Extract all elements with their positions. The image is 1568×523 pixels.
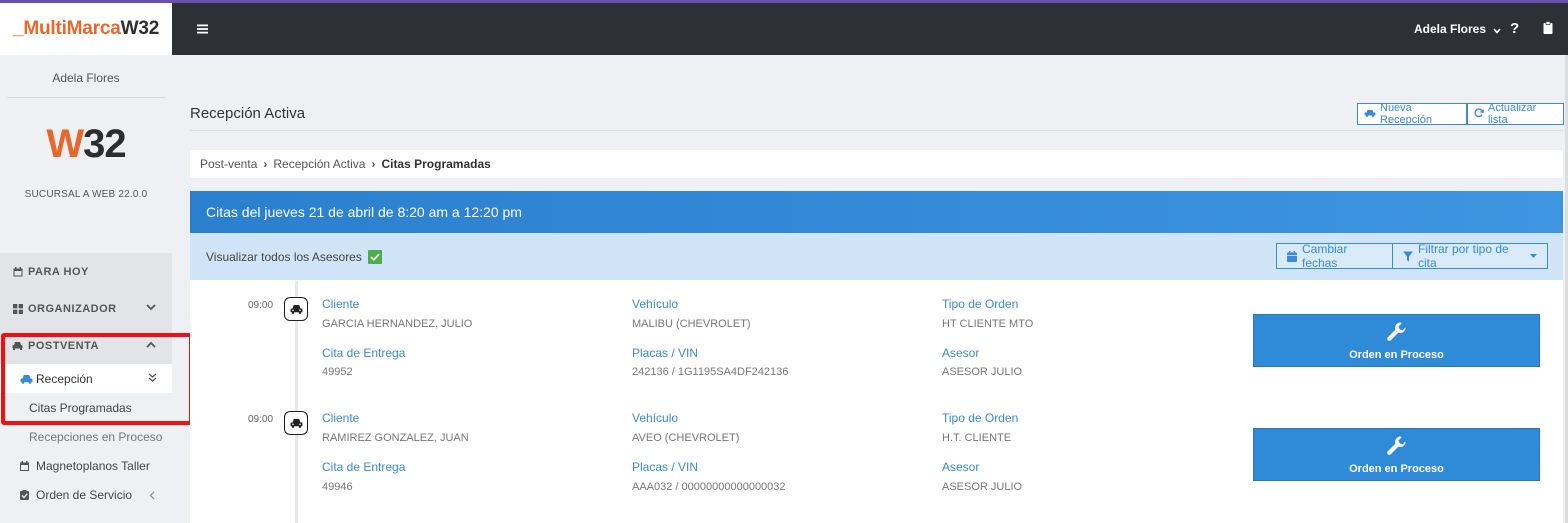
order-in-process-label: Orden en Proceso xyxy=(1349,348,1444,361)
cita-entrega-label: Cita de Entrega xyxy=(322,346,406,360)
change-dates-label: Cambiar fechas xyxy=(1302,242,1348,270)
tipo-orden-label: Tipo de Orden xyxy=(942,297,1019,311)
appointment-card: 09:00 Cliente RAMIREZ GONZALEZ, JUAN Cit… xyxy=(190,411,1563,511)
sidebar-item-orden-servicio[interactable]: Orden de Servicio xyxy=(0,480,172,509)
new-reception-button[interactable]: Nueva Recepción xyxy=(1357,102,1467,126)
cita-entrega-label: Cita de Entrega xyxy=(322,460,406,474)
tipo-orden-label: Tipo de Orden xyxy=(942,411,1019,425)
filter-bar: Visualizar todos los Asesores Cambiar fe… xyxy=(190,233,1563,280)
breadcrumb-recepcion-activa[interactable]: Recepción Activa xyxy=(273,157,365,171)
app-logo[interactable]: _MultiMarcaW32 xyxy=(13,18,159,40)
cliente-value: RAMIREZ GONZALEZ, JUAN xyxy=(322,432,469,444)
breadcrumb: Post-venta › Recepción Activa › Citas Pr… xyxy=(190,150,1563,178)
appointment-card: 09:00 Cliente GARCIA HERNANDEZ, JULIO Ci… xyxy=(190,297,1563,397)
filter-appointment-type-label: Filtrar por tipo de cita xyxy=(1418,242,1509,270)
chevron-left-icon xyxy=(149,489,155,503)
refresh-list-button[interactable]: Actualizar lista xyxy=(1467,102,1564,126)
logo-bar[interactable]: _MultiMarcaW32 xyxy=(0,3,172,55)
breadcrumb-postventa[interactable]: Post-venta xyxy=(200,157,257,171)
change-dates-button[interactable]: Cambiar fechas xyxy=(1276,242,1393,270)
logo-suffix: W32 xyxy=(120,18,160,39)
order-in-process-button[interactable]: Orden en Proceso xyxy=(1253,314,1540,367)
asesor-label: Asesor xyxy=(942,346,980,360)
chevron-down-icon xyxy=(1493,23,1501,37)
sidebar-item-recepciones-proceso[interactable]: Recepciones en Proceso xyxy=(0,422,172,451)
order-in-process-button[interactable]: Orden en Proceso xyxy=(1253,428,1540,481)
sidebar-item-label: PARA HOY xyxy=(28,265,89,278)
refresh-list-label: Actualizar lista xyxy=(1488,102,1537,126)
brand-logo: W32 xyxy=(7,122,165,167)
sidebar-item-label: ORGANIZADOR xyxy=(28,302,117,315)
cita-entrega-value: 49946 xyxy=(322,481,353,493)
chevron-right-icon: › xyxy=(263,157,268,171)
cita-entrega-value: 49952 xyxy=(322,366,353,378)
placas-label: Placas / VIN xyxy=(632,460,699,474)
user-block: Adela Flores W32 SUCURSAL A WEB 22.0.0 xyxy=(7,55,165,249)
placas-label: Placas / VIN xyxy=(632,346,699,360)
divider xyxy=(190,130,1563,131)
filter-appointment-type-button[interactable]: Filtrar por tipo de cita xyxy=(1392,242,1548,270)
asesor-value: ASESOR JULIO xyxy=(942,366,1023,378)
grid-icon xyxy=(12,303,23,314)
car-icon xyxy=(1364,109,1376,120)
panel-title: Citas del jueves 21 de abril de 8:20 am … xyxy=(190,191,1563,233)
order-in-process-label: Orden en Proceso xyxy=(1349,462,1444,475)
user-menu[interactable]: Adela Flores xyxy=(1414,22,1501,37)
logo-prefix: _MultiMarca xyxy=(13,18,121,39)
clipboard-icon[interactable] xyxy=(1543,21,1553,39)
top-navbar: Adela Flores ? xyxy=(172,3,1568,55)
placas-value: AAA032 / 00000000000000032 xyxy=(632,481,786,493)
calendar-icon xyxy=(20,460,29,471)
appointment-time: 09:00 xyxy=(248,414,274,425)
refresh-icon xyxy=(1474,107,1484,121)
appointments-panel: Citas del jueves 21 de abril de 8:20 am … xyxy=(190,191,1563,523)
tipo-orden-value: HT CLIENTE MTO xyxy=(942,318,1034,330)
asesor-label: Asesor xyxy=(942,460,980,474)
help-icon[interactable]: ? xyxy=(1510,20,1519,37)
hamburger-menu-icon[interactable] xyxy=(197,21,208,38)
sidebar-item-label: Orden de Servicio xyxy=(36,487,133,502)
chevron-right-icon: › xyxy=(371,157,376,171)
placas-value: 242136 / 1G1195SA4DF242136 xyxy=(632,366,789,378)
sidebar: _MultiMarcaW32 Adela Flores W32 SUCURSAL… xyxy=(0,3,172,523)
clipboard-check-icon xyxy=(20,489,29,500)
filter-icon xyxy=(1403,251,1413,262)
show-all-advisors-label: Visualizar todos los Asesores xyxy=(206,249,362,264)
car-icon xyxy=(284,297,308,321)
sidebar-item-magnetoplanos[interactable]: Magnetoplanos Taller xyxy=(0,451,172,480)
sidebar-item-para-hoy[interactable]: PARA HOY xyxy=(0,253,172,290)
asesor-value: ASESOR JULIO xyxy=(942,481,1023,493)
caret-down-icon xyxy=(1530,254,1537,258)
car-icon xyxy=(284,411,308,435)
breadcrumb-current: Citas Programadas xyxy=(381,157,491,171)
sidebar-user-name: Adela Flores xyxy=(52,71,120,85)
user-menu-label: Adela Flores xyxy=(1414,22,1487,36)
page-title: Recepción Activa xyxy=(190,105,306,122)
cliente-label: Cliente xyxy=(322,411,360,425)
vehiculo-value: MALIBU (CHEVROLET) xyxy=(632,318,751,330)
appointment-time: 09:00 xyxy=(248,300,274,311)
calendar-icon xyxy=(12,266,23,277)
cliente-label: Cliente xyxy=(322,297,360,311)
wrench-icon xyxy=(1386,321,1408,346)
brand-rest: 32 xyxy=(83,122,126,166)
vehiculo-label: Vehículo xyxy=(632,297,679,311)
new-reception-label: Nueva Recepción xyxy=(1380,102,1432,126)
divider xyxy=(7,97,165,98)
branch-label: SUCURSAL A WEB 22.0.0 xyxy=(24,189,148,200)
cliente-value: GARCIA HERNANDEZ, JULIO xyxy=(322,318,473,330)
sidebar-item-label: Magnetoplanos Taller xyxy=(36,458,150,473)
sidebar-item-label: Recepciones en Proceso xyxy=(29,429,163,444)
calendar-icon xyxy=(1287,250,1297,262)
wrench-icon xyxy=(1386,435,1408,460)
annotation-highlight-box xyxy=(1,333,193,425)
chevron-down-icon xyxy=(146,302,156,314)
vehiculo-value: AVEO (CHEVROLET) xyxy=(632,432,740,444)
brand-w: W xyxy=(46,122,84,166)
vehiculo-label: Vehículo xyxy=(632,411,679,425)
show-all-advisors-checkbox[interactable] xyxy=(367,249,382,264)
tipo-orden-value: H.T. CLIENTE xyxy=(942,432,1012,444)
sidebar-item-organizador[interactable]: ORGANIZADOR xyxy=(0,290,172,327)
